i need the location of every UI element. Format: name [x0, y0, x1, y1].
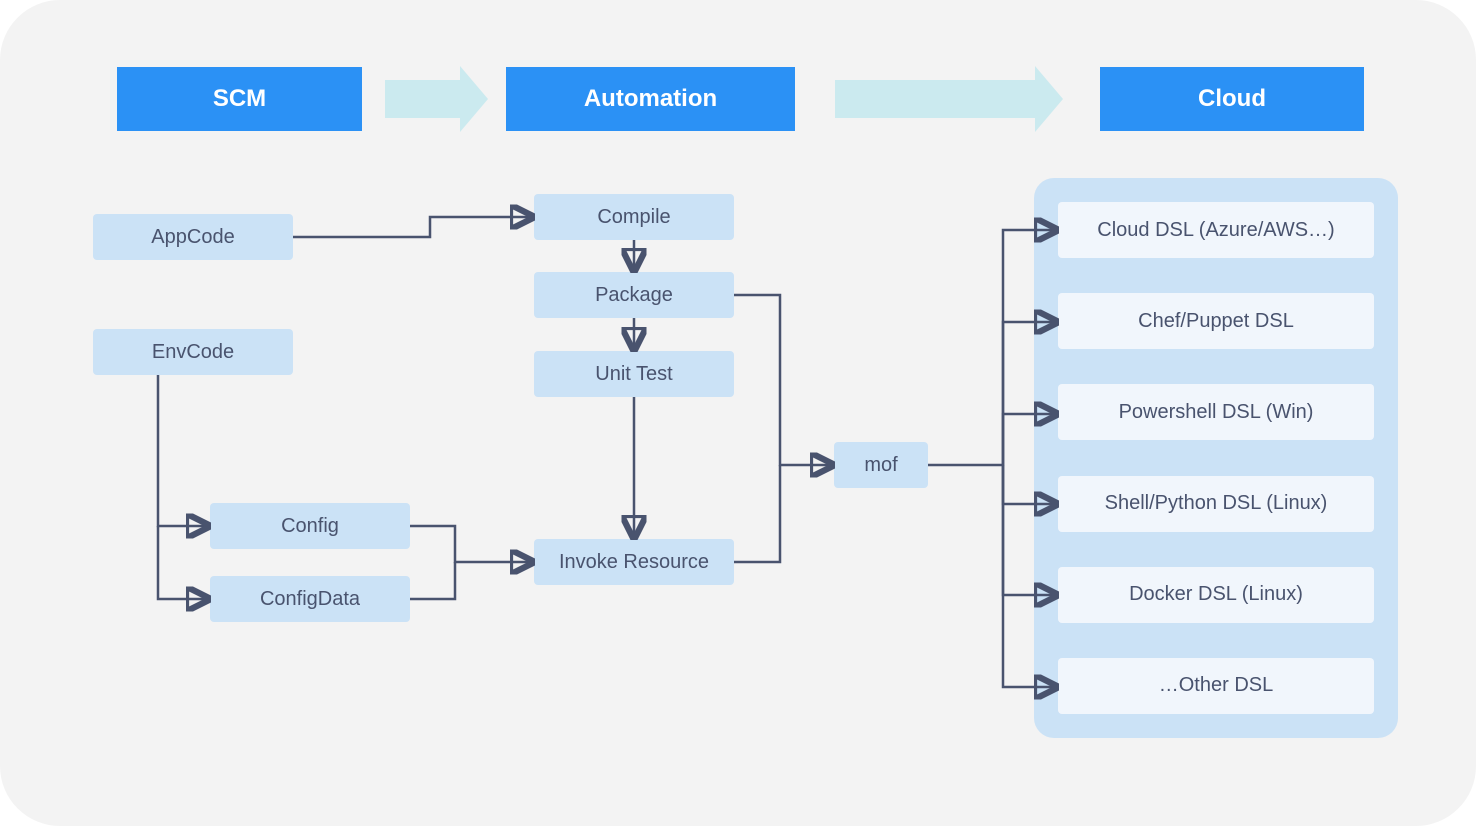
node-invoke: Invoke Resource — [534, 539, 734, 585]
dsl-item: Powershell DSL (Win) — [1058, 384, 1374, 440]
node-config: Config — [210, 503, 410, 549]
dsl-item: Cloud DSL (Azure/AWS…) — [1058, 202, 1374, 258]
node-appcode: AppCode — [93, 214, 293, 260]
dsl-item: Docker DSL (Linux) — [1058, 567, 1374, 623]
dsl-item: Chef/Puppet DSL — [1058, 293, 1374, 349]
node-mof: mof — [834, 442, 928, 488]
node-envcode: EnvCode — [93, 329, 293, 375]
header-scm: SCM — [117, 67, 362, 131]
diagram-canvas: SCM Automation Cloud AppCode EnvCode Con… — [0, 0, 1476, 826]
header-automation: Automation — [506, 67, 795, 131]
node-unittest: Unit Test — [534, 351, 734, 397]
cloud-dsl-group: Cloud DSL (Azure/AWS…) Chef/Puppet DSL P… — [1034, 178, 1398, 738]
node-package: Package — [534, 272, 734, 318]
flow-arrow-icon — [835, 80, 1035, 118]
node-compile: Compile — [534, 194, 734, 240]
header-cloud: Cloud — [1100, 67, 1364, 131]
node-configdata: ConfigData — [210, 576, 410, 622]
dsl-item: …Other DSL — [1058, 658, 1374, 714]
dsl-item: Shell/Python DSL (Linux) — [1058, 476, 1374, 532]
flow-arrow-icon — [385, 80, 460, 118]
